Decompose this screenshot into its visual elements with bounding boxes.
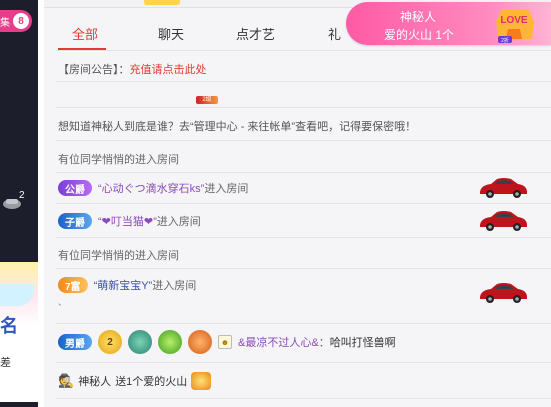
title-badge-rich[interactable]: 7富 [58,277,88,293]
gift-message: 🕵 神秘人 送1个爱的火山 [58,372,212,390]
notice-text: 想知道神秘人到底是谁？去“管理中心 - 来往帐单”查看吧，记得要保密哦！ [58,121,417,133]
enter-message: 公爵 “心动ぐつ滴水穿石ks” 进入房间 [58,180,248,196]
badge-row: 2 ☻ [98,330,232,354]
left-promo-card[interactable]: 名 差 [0,262,38,402]
gift-popup[interactable]: 神秘人 爱的火山 1个 LOVE 2折 [346,2,551,45]
left-badge[interactable]: 集 8 [0,10,32,32]
username[interactable]: “心动ぐつ滴水穿石ks” [98,180,204,196]
divider [56,362,551,363]
enter-suffix: 进入房间 [204,183,249,195]
system-message: 有位同学悄悄的进入房间 [58,250,179,262]
car-mount-icon [480,211,527,231]
left-gift-count: 2 [19,190,25,201]
top-mini-badge [144,0,180,5]
chat-username[interactable]: &最凉不过人心& [238,334,319,350]
tab-chat[interactable]: 聊天 [158,24,184,43]
car-mount-icon [480,178,527,198]
title-badge-baron[interactable]: 男爵 [58,334,92,350]
left-sidebar: 集 8 2 名 差 [0,0,38,407]
gift-tag-text: LOVE [500,15,528,26]
popup-gift: 爱的火山 1个 [384,28,455,42]
level-star-icon[interactable]: 2 [98,330,122,354]
chat-text: 哈叫打怪兽啊 [329,337,396,349]
announcement-prefix: 【房间公告】： [58,64,130,76]
divider [56,203,551,204]
divider [56,140,551,141]
promo-arc [0,284,34,306]
left-badge-count: 8 [13,13,29,29]
title-badge-duke[interactable]: 公爵 [58,180,92,196]
divider [56,268,551,269]
enter-message: 子爵 “❤叮当猫❤” 进入房间 [58,213,201,229]
enter-suffix: 进入房间 [156,216,201,228]
divider [56,81,551,82]
tab-talent[interactable]: 点才艺 [236,24,275,43]
divider [56,398,551,399]
car-mount-icon [480,283,527,303]
system-message: 有位同学悄悄的进入房间 [58,154,179,166]
volcano-gift-icon [191,372,212,390]
love-gift-icon: LOVE 2折 [496,9,534,44]
gift-level-text: 2折 [501,37,509,44]
tab-gift[interactable]: 礼 [328,24,341,43]
chat-panel: 全部 聊天 点才艺 礼 【房间公告】： 充值请点击此处 2级 想知道神秘人到底是… [44,8,551,407]
enter-suffix: 进入房间 [152,280,197,292]
level-tag: 2级 [196,96,218,104]
promo-title: 名 [0,316,18,336]
gift-text: 送1个爱的火山 [115,376,188,388]
fan-medal-icon[interactable] [188,330,212,354]
title-badge-viscount[interactable]: 子爵 [58,213,92,229]
announcement: 【房间公告】： 充值请点击此处 [58,61,207,77]
chat-message: 男爵 2 ☻ &最凉不过人心& ： 哈叫打怪兽啊 [58,330,396,354]
username[interactable]: “❤叮当猫❤” [98,213,157,229]
divider [56,107,551,108]
username[interactable]: “萌新宝宝Y” [94,277,153,293]
guard-medal-icon[interactable] [158,330,182,354]
tab-divider [56,50,551,51]
enter-message: 7富 “萌新宝宝Y” 进入房间 [58,277,196,293]
stray-mark: ` [58,303,62,315]
divider [56,323,551,324]
tab-all[interactable]: 全部 [72,24,98,43]
user-card-icon[interactable]: ☻ [218,335,232,349]
divider [56,237,551,238]
promo-sub: 差 [0,357,11,369]
medal-icon[interactable] [128,330,152,354]
recharge-link[interactable]: 充值请点击此处 [130,61,207,77]
mystery-user-icon: 🕵 [58,373,75,388]
chat-separator: ： [318,337,330,349]
popup-sender: 神秘人 [400,10,437,24]
gift-sender[interactable]: 神秘人 [78,373,111,389]
left-badge-text: 集 [0,18,10,29]
